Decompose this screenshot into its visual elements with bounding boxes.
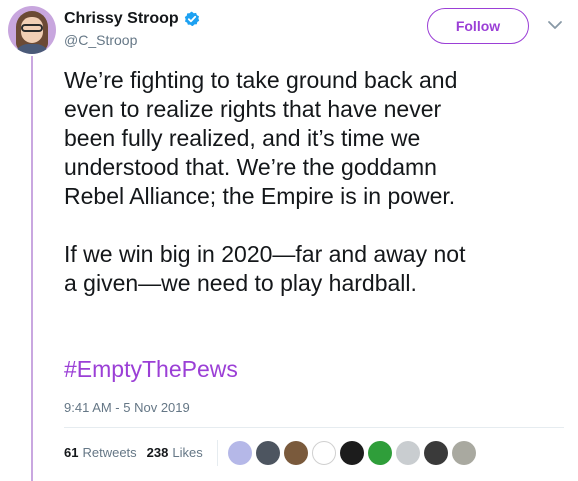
thread-line (31, 56, 33, 481)
author-avatar[interactable] (8, 6, 56, 54)
liker-avatars (228, 441, 480, 465)
likes-label: Likes (172, 445, 203, 460)
tweet-timestamp[interactable]: 9:41 AM - 5 Nov 2019 (64, 400, 190, 415)
author-name-row[interactable]: Chrissy Stroop (64, 10, 200, 28)
author-name[interactable]: Chrissy Stroop (64, 10, 179, 28)
liker-avatar[interactable] (312, 441, 336, 465)
stats-separator (217, 440, 218, 466)
tweet-text: We’re fighting to take ground back and e… (64, 66, 564, 327)
retweets-label: Retweets (82, 445, 137, 460)
author-handle[interactable]: @C_Stroop (64, 32, 137, 48)
verified-badge-icon (184, 11, 200, 27)
liker-avatar[interactable] (284, 441, 308, 465)
hashtag-link[interactable]: #EmptyThePews (64, 356, 238, 383)
liker-avatar[interactable] (256, 441, 280, 465)
retweets-stat[interactable]: 61 Retweets (64, 445, 137, 460)
likes-count: 238 (146, 445, 169, 460)
chevron-down-icon[interactable] (547, 18, 563, 30)
liker-avatar[interactable] (424, 441, 448, 465)
tweet-paragraph: If we win big in 2020—far and away not a… (64, 241, 466, 296)
liker-avatar[interactable] (396, 441, 420, 465)
likes-stat[interactable]: 238 Likes (147, 445, 203, 460)
retweets-count: 61 (64, 445, 79, 460)
liker-avatar[interactable] (368, 441, 392, 465)
liker-avatar[interactable] (452, 441, 476, 465)
tweet-paragraph: We’re fighting to take ground back and e… (64, 67, 458, 209)
follow-button[interactable]: Follow (427, 8, 529, 44)
liker-avatar[interactable] (228, 441, 252, 465)
tweet-stats: 61 Retweets 238 Likes (64, 445, 213, 460)
tweet-card: Chrissy Stroop @C_Stroop Follow We’re fi… (0, 0, 578, 481)
liker-avatar[interactable] (340, 441, 364, 465)
divider (64, 427, 564, 428)
